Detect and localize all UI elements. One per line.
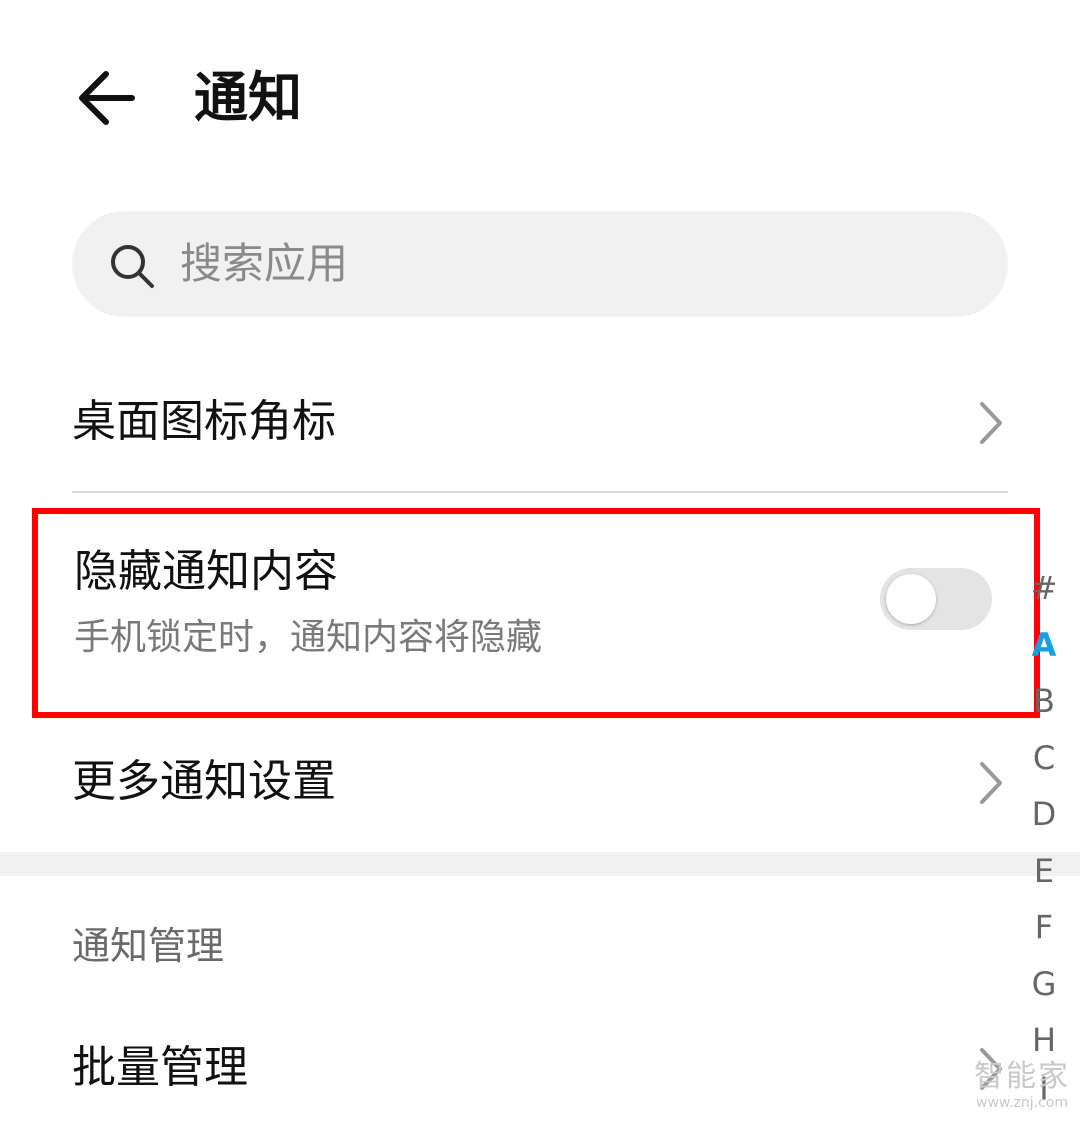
search-icon	[111, 245, 154, 288]
arrow-left-icon	[79, 71, 135, 125]
chevron-right-icon	[980, 402, 1002, 444]
index-letter-g[interactable]: G	[1024, 956, 1064, 1013]
section-separator	[0, 852, 1080, 876]
index-letter-hash[interactable]: #	[1024, 560, 1064, 617]
index-letter-i[interactable]: I	[1024, 1069, 1064, 1109]
index-letter-f[interactable]: F	[1024, 899, 1064, 956]
chevron-right-icon	[980, 1048, 1002, 1090]
batch-manage-row[interactable]: 批量管理	[0, 1018, 1020, 1122]
hide-content-toggle[interactable]	[880, 568, 992, 630]
index-letter-c[interactable]: C	[1024, 730, 1064, 787]
search-placeholder: 搜索应用	[180, 239, 349, 288]
desktop-badge-row[interactable]: 桌面图标角标	[0, 372, 1020, 476]
back-button[interactable]	[72, 66, 142, 130]
alphabet-index[interactable]: # A B C D E F G H I	[1024, 560, 1064, 1109]
index-letter-b[interactable]: B	[1024, 673, 1064, 730]
hide-notification-content-label: 隐藏通知内容	[74, 546, 338, 597]
page-title: 通知	[194, 66, 302, 129]
desktop-badge-label: 桌面图标角标	[72, 396, 336, 447]
search-input[interactable]: 搜索应用	[72, 211, 1008, 317]
index-letter-h[interactable]: H	[1024, 1012, 1064, 1069]
divider	[72, 491, 1008, 493]
chevron-right-icon	[980, 762, 1002, 804]
index-letter-d[interactable]: D	[1024, 786, 1064, 843]
more-notification-settings-label: 更多通知设置	[72, 756, 336, 807]
toggle-knob	[886, 574, 936, 624]
hide-notification-content-row: 隐藏通知内容 手机锁定时，通知内容将隐藏	[0, 520, 1020, 700]
index-letter-a[interactable]: A	[1024, 617, 1064, 674]
hide-notification-content-subtitle: 手机锁定时，通知内容将隐藏	[74, 617, 543, 658]
section-header: 通知管理	[72, 924, 225, 968]
more-notification-settings-row[interactable]: 更多通知设置	[0, 732, 1020, 836]
index-letter-e[interactable]: E	[1024, 843, 1064, 900]
batch-manage-label: 批量管理	[72, 1042, 248, 1093]
